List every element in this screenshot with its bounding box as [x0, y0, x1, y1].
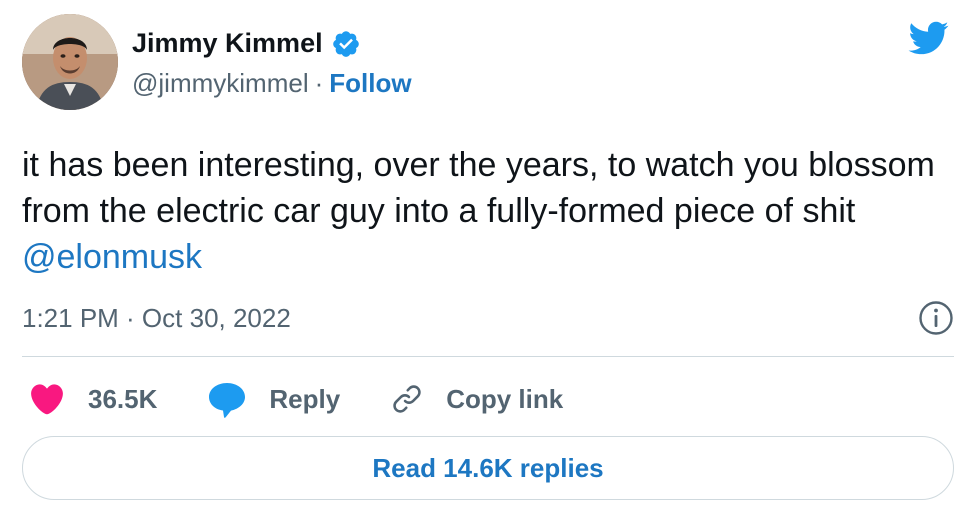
copy-link-button[interactable]: Copy link: [390, 382, 563, 416]
like-count: 36.5K: [88, 383, 158, 414]
tweet-timestamp[interactable]: 1:21 PM · Oct 30, 2022: [22, 303, 291, 334]
twitter-bird-icon[interactable]: [906, 18, 952, 58]
mention-link[interactable]: @elonmusk: [22, 238, 202, 276]
reply-label: Reply: [269, 383, 341, 414]
tweet-card: Jimmy Kimmel @jimmykimmel · Follow it ha…: [0, 0, 976, 524]
follow-button[interactable]: Follow: [329, 68, 411, 99]
link-icon: [393, 385, 421, 413]
copy-link-label: Copy link: [446, 383, 564, 414]
author-name[interactable]: Jimmy Kimmel: [132, 28, 323, 59]
avatar[interactable]: [22, 14, 118, 110]
info-icon[interactable]: [918, 300, 954, 336]
tweet-body: it has been interesting, over the years,…: [22, 146, 935, 230]
like-button[interactable]: 36.5K: [28, 380, 157, 418]
divider: [22, 356, 954, 357]
reply-button[interactable]: Reply: [207, 380, 340, 418]
heart-icon: [31, 384, 63, 415]
handle-separator: ·: [314, 68, 324, 98]
read-replies-button[interactable]: Read 14.6K replies: [22, 436, 954, 500]
avatar-image: [22, 14, 118, 110]
tweet-actions: 36.5K Reply Copy link: [28, 372, 613, 426]
author-handle[interactable]: @jimmykimmel: [132, 68, 309, 99]
tweet-meta: 1:21 PM · Oct 30, 2022: [22, 298, 954, 338]
speech-bubble-icon: [209, 383, 246, 418]
author-name-row: Jimmy Kimmel: [132, 28, 361, 59]
author-handle-row: @jimmykimmel · Follow: [132, 68, 412, 99]
verified-badge-icon: [331, 29, 361, 59]
tweet-text: it has been interesting, over the years,…: [22, 142, 952, 280]
